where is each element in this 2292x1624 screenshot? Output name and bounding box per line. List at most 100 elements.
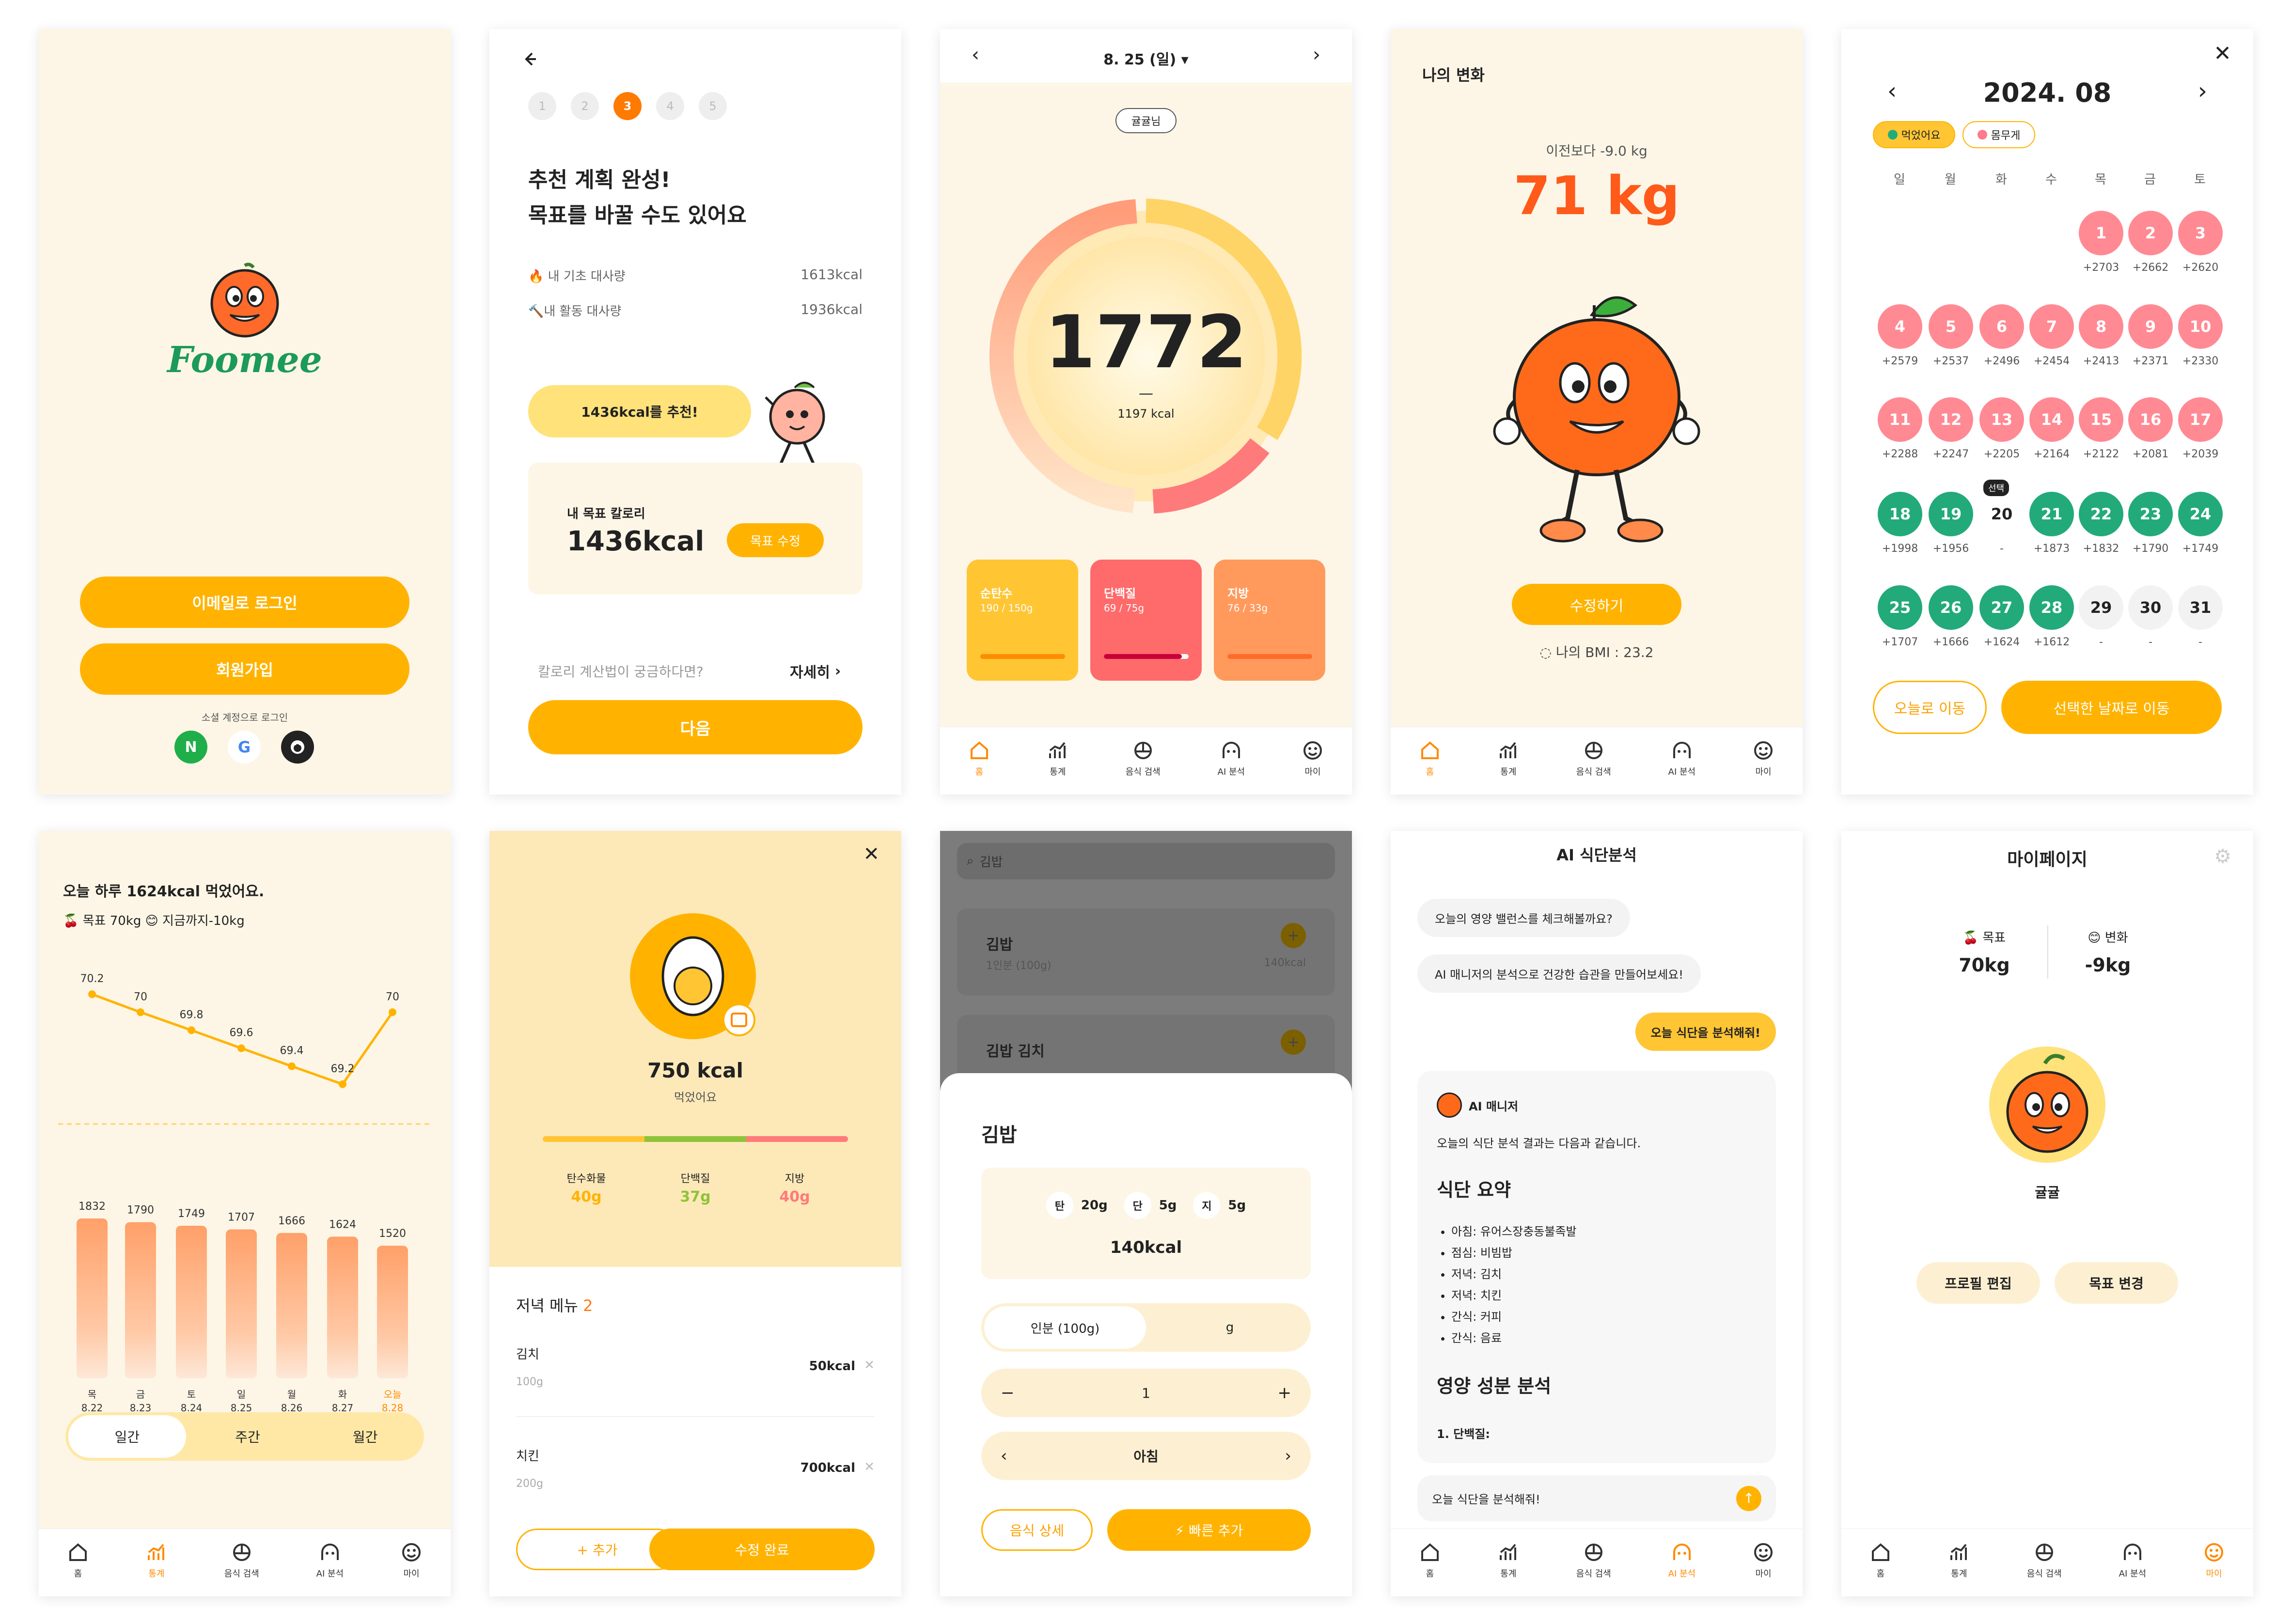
- nav-food-search[interactable]: 음식 검색: [1126, 740, 1161, 778]
- plus-button[interactable]: +: [1277, 1383, 1291, 1403]
- calendar-day[interactable]: 27: [1979, 585, 2024, 630]
- calendar-day[interactable]: 7: [2029, 304, 2074, 349]
- calendar-day[interactable]: 31: [2178, 585, 2223, 630]
- prev-meal-icon[interactable]: ‹: [1001, 1446, 1007, 1466]
- calendar-day[interactable]: 25: [1878, 585, 1922, 630]
- calendar-day[interactable]: 26: [1929, 585, 1973, 630]
- calendar-day[interactable]: 15: [2079, 397, 2123, 442]
- calendar-day[interactable]: 11: [1878, 397, 1922, 442]
- remove-icon[interactable]: ✕: [864, 1358, 875, 1373]
- nav-my[interactable]: 마이: [1753, 740, 1774, 778]
- calendar-day-sub: -: [2149, 636, 2152, 648]
- calendar-day[interactable]: 6: [1979, 304, 2024, 349]
- calendar-day[interactable]: 20: [1979, 492, 2024, 536]
- edit-goal-button[interactable]: 목표 수정: [727, 523, 824, 557]
- nav-home[interactable]: 홈: [1870, 1542, 1891, 1579]
- calendar-day[interactable]: 21: [2029, 492, 2074, 536]
- remove-icon[interactable]: ✕: [864, 1460, 875, 1474]
- calendar-day[interactable]: 8: [2079, 304, 2123, 349]
- send-arrow-icon[interactable]: ↑: [1736, 1485, 1761, 1511]
- add-food-icon[interactable]: +: [1281, 923, 1306, 948]
- nav-home[interactable]: 홈: [1419, 1542, 1441, 1579]
- minus-button[interactable]: −: [1001, 1383, 1015, 1403]
- calendar-day[interactable]: 10: [2178, 304, 2223, 349]
- nav-home[interactable]: 홈: [67, 1542, 89, 1579]
- next-day-icon[interactable]: ›: [1313, 44, 1320, 66]
- tab-monthly[interactable]: 월간: [306, 1412, 424, 1461]
- signup-button[interactable]: 회원가입: [80, 643, 409, 695]
- calendar-day[interactable]: 19: [1929, 492, 1973, 536]
- back-arrow-icon[interactable]: [518, 48, 540, 70]
- calendar-day[interactable]: 29: [2079, 585, 2123, 630]
- next-button[interactable]: 다음: [528, 700, 863, 754]
- gear-icon[interactable]: ⚙: [2214, 845, 2231, 868]
- weekday-label: 목: [2095, 172, 2106, 187]
- nav-food-search[interactable]: 음식 검색: [1576, 740, 1611, 778]
- quick-add-button[interactable]: ⚡ 빠른 추가: [1107, 1509, 1311, 1551]
- unit-serving[interactable]: 인분 (100g): [984, 1306, 1146, 1349]
- search-result-item[interactable]: 김밥 1인분 (100g) 140kcal +: [957, 908, 1335, 996]
- go-today-button[interactable]: 오늘로 이동: [1873, 681, 1987, 734]
- edit-profile-button[interactable]: 프로필 편집: [1916, 1262, 2040, 1304]
- nav-my[interactable]: 마이: [1302, 740, 1323, 778]
- nav-food-search[interactable]: 음식 검색: [224, 1542, 259, 1579]
- food-detail-button[interactable]: 음식 상세: [981, 1509, 1093, 1551]
- calendar-day[interactable]: 17: [2178, 397, 2223, 442]
- calendar-day[interactable]: 24: [2178, 492, 2223, 536]
- email-login-button[interactable]: 이메일로 로그인: [80, 577, 409, 628]
- close-icon[interactable]: ✕: [863, 843, 879, 865]
- chat-input[interactable]: 오늘 식단을 분석해줘! ↑: [1417, 1475, 1776, 1521]
- nav-ai[interactable]: AI 분석: [2119, 1542, 2146, 1579]
- next-meal-icon[interactable]: ›: [1285, 1446, 1291, 1466]
- nav-my[interactable]: 마이: [1753, 1542, 1774, 1579]
- calendar-day[interactable]: 1: [2079, 211, 2123, 255]
- change-goal-button[interactable]: 목표 변경: [2055, 1262, 2178, 1304]
- nav-ai[interactable]: AI 분석: [1668, 1542, 1695, 1579]
- google-login-button[interactable]: G: [228, 731, 261, 764]
- next-month-icon[interactable]: ›: [2198, 78, 2207, 105]
- unit-gram[interactable]: g: [1149, 1303, 1311, 1352]
- nav-stats[interactable]: 통계: [1498, 1542, 1519, 1579]
- calendar-day[interactable]: 4: [1878, 304, 1922, 349]
- go-selected-date-button[interactable]: 선택한 날짜로 이동: [2001, 681, 2222, 734]
- tab-weekly[interactable]: 주간: [189, 1412, 307, 1461]
- nav-food-search[interactable]: 음식 검색: [2027, 1542, 2062, 1579]
- nav-home[interactable]: 홈: [969, 740, 990, 778]
- nav-ai[interactable]: AI 분석: [1218, 740, 1245, 778]
- tab-daily[interactable]: 일간: [68, 1415, 186, 1458]
- calendar-day[interactable]: 13: [1979, 397, 2024, 442]
- naver-login-button[interactable]: N: [174, 731, 207, 764]
- close-icon[interactable]: ✕: [2214, 41, 2231, 66]
- nav-home[interactable]: 홈: [1419, 740, 1441, 778]
- calendar-day[interactable]: 22: [2079, 492, 2123, 536]
- search-input[interactable]: ⌕ 김밥: [957, 843, 1335, 879]
- calendar-day[interactable]: 14: [2029, 397, 2074, 442]
- nav-my[interactable]: 마이: [401, 1542, 422, 1579]
- nav-food-search[interactable]: 음식 검색: [1576, 1542, 1611, 1579]
- calendar-day[interactable]: 23: [2128, 492, 2173, 536]
- nav-my[interactable]: 마이: [2203, 1542, 2225, 1579]
- nav-label: 홈: [1426, 766, 1434, 777]
- quantity-value[interactable]: 1: [1142, 1385, 1150, 1401]
- date-selector[interactable]: 8. 25 (일) ▾: [940, 47, 1352, 69]
- calendar-day[interactable]: 12: [1929, 397, 1973, 442]
- nav-stats[interactable]: 통계: [146, 1542, 167, 1579]
- edit-weight-button[interactable]: 수정하기: [1512, 584, 1681, 625]
- calendar-day[interactable]: 5: [1929, 304, 1973, 349]
- calendar-day[interactable]: 18: [1878, 492, 1922, 536]
- nav-stats[interactable]: 통계: [1498, 740, 1519, 778]
- nav-stats[interactable]: 통계: [1948, 1542, 1970, 1579]
- add-food-icon[interactable]: +: [1281, 1030, 1306, 1055]
- calendar-day[interactable]: 30: [2128, 585, 2173, 630]
- nav-ai[interactable]: AI 분석: [316, 1542, 344, 1579]
- calendar-day[interactable]: 3: [2178, 211, 2223, 255]
- github-login-button[interactable]: [281, 731, 314, 764]
- calendar-day[interactable]: 28: [2029, 585, 2074, 630]
- nav-stats[interactable]: 통계: [1047, 740, 1068, 778]
- calendar-day[interactable]: 9: [2128, 304, 2173, 349]
- done-button[interactable]: 수정 완료: [649, 1529, 875, 1570]
- nav-ai[interactable]: AI 분석: [1668, 740, 1695, 778]
- detail-link[interactable]: 자세히 ›: [790, 660, 841, 682]
- calendar-day[interactable]: 2: [2128, 211, 2173, 255]
- calendar-day[interactable]: 16: [2128, 397, 2173, 442]
